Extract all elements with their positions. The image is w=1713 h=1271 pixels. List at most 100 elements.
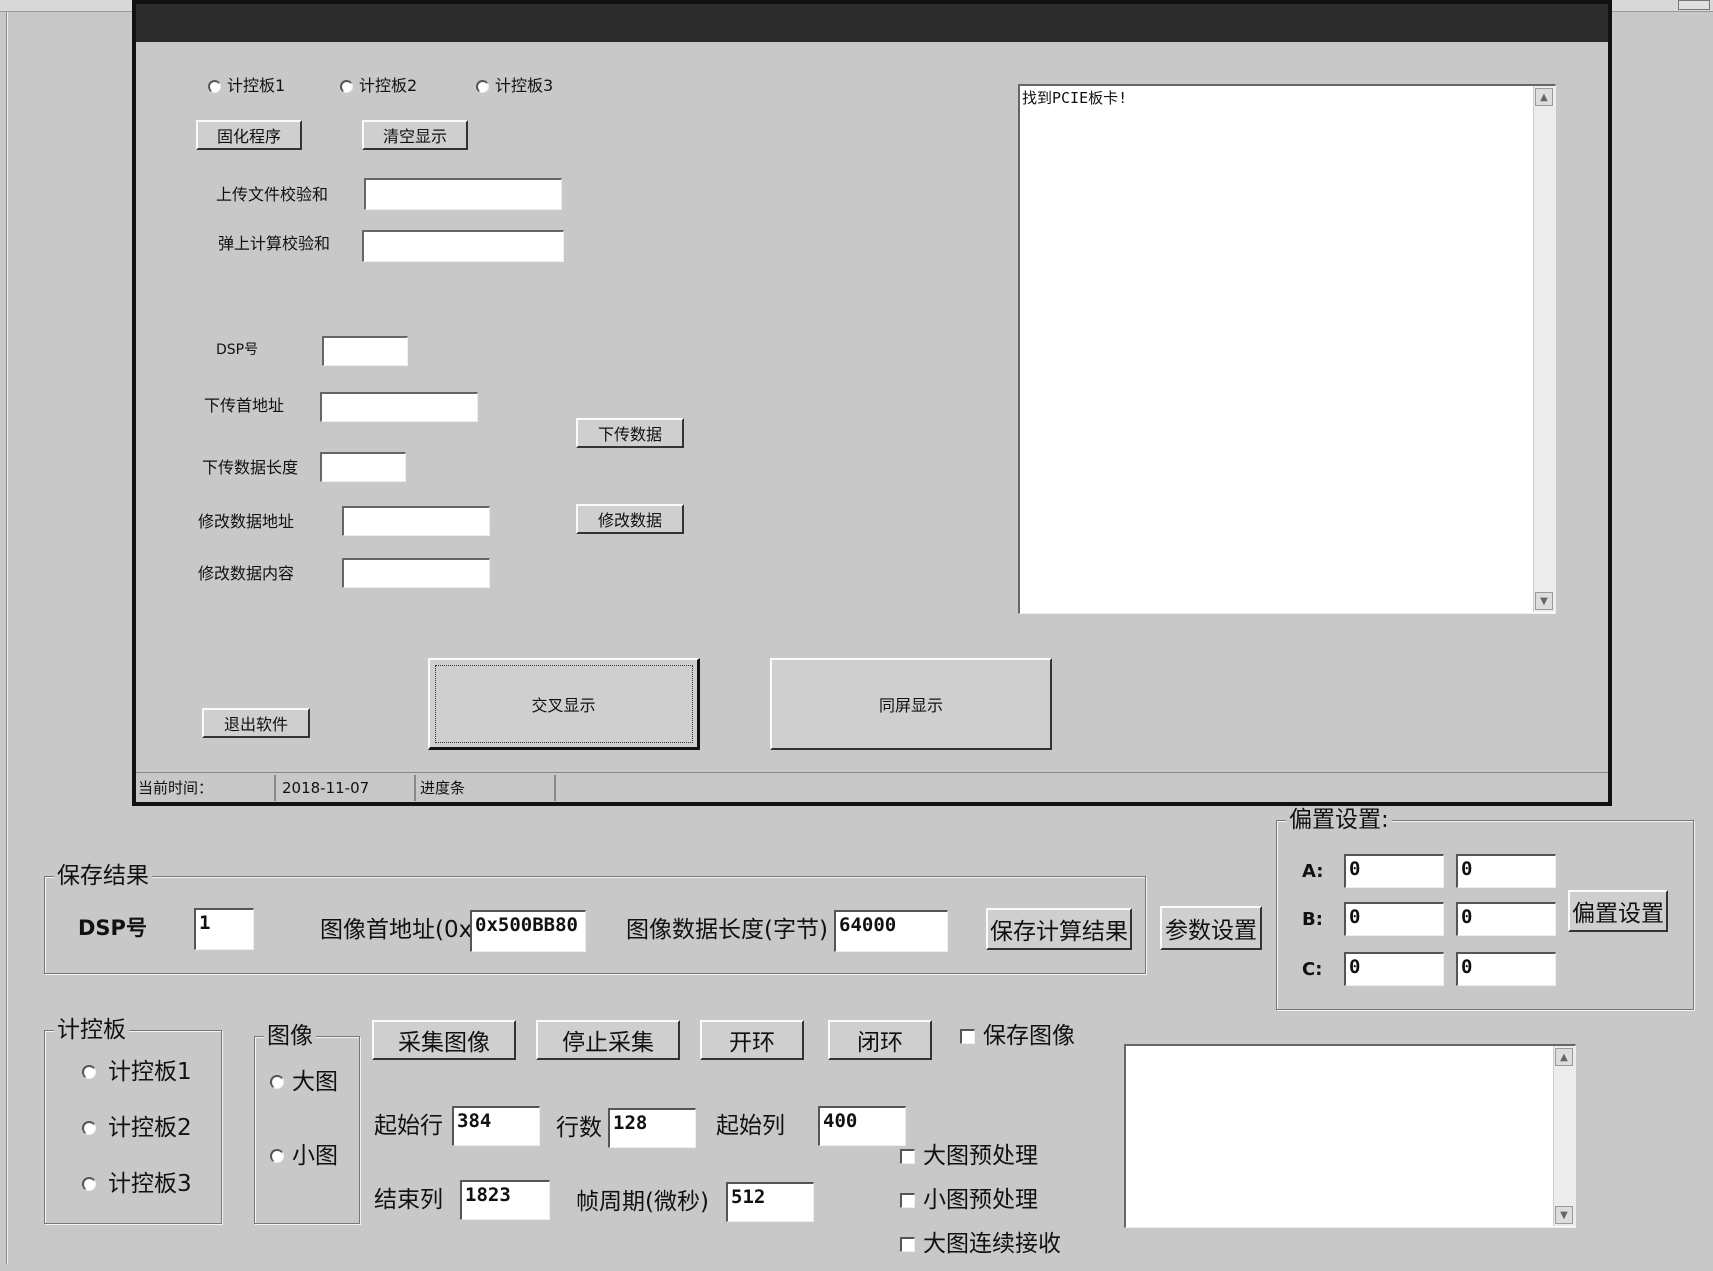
dsp-number-label: DSP号 — [216, 342, 259, 358]
radio-label: 计控板2 — [108, 1115, 192, 1141]
image-radio-small[interactable]: 小图 — [270, 1142, 338, 1170]
clear-display-button[interactable]: 清空显示 — [362, 120, 468, 150]
save-results-button[interactable]: 保存计算结果 — [986, 908, 1132, 950]
outer-close-control[interactable] — [1678, 0, 1710, 10]
bias-a-field-1[interactable]: 0 — [1344, 854, 1444, 888]
output-textbox[interactable]: ▲ ▼ — [1124, 1044, 1576, 1228]
radio-circle[interactable] — [476, 79, 489, 93]
modify-content-label: 修改数据内容 — [198, 564, 295, 583]
download-data-button[interactable]: 下传数据 — [576, 418, 684, 448]
open-loop-button[interactable]: 开环 — [700, 1020, 804, 1060]
large-preprocess-checkbox[interactable]: 大图预处理 — [900, 1142, 1038, 1170]
image-radio-large[interactable]: 大图 — [270, 1068, 338, 1096]
bias-c-field-1[interactable]: 0 — [1344, 952, 1444, 986]
image-address-label: 图像首地址(0x — [320, 917, 473, 943]
modify-address-field[interactable] — [342, 506, 490, 536]
parameter-settings-button[interactable]: 参数设置 — [1160, 906, 1262, 950]
scroll-down-icon[interactable]: ▼ — [1555, 1206, 1573, 1224]
save-dsp-label: DSP号 — [78, 916, 147, 940]
checkbox-box[interactable] — [960, 1028, 975, 1044]
start-col-field[interactable]: 400 — [818, 1106, 906, 1146]
bias-b-label: B: — [1302, 909, 1323, 930]
large-continuous-checkbox[interactable]: 大图连续接收 — [900, 1230, 1061, 1258]
radio-label: 大图 — [292, 1069, 338, 1095]
status-progress-label: 进度条 — [416, 774, 556, 801]
radio-circle[interactable] — [270, 1075, 284, 1089]
radio-circle[interactable] — [270, 1149, 284, 1163]
image-group — [254, 1036, 360, 1224]
radio-board-2[interactable]: 计控板2 — [340, 76, 417, 96]
bias-set-button[interactable]: 偏置设置 — [1568, 890, 1668, 932]
end-col-field[interactable]: 1823 — [460, 1180, 550, 1220]
rows-field[interactable]: 128 — [608, 1108, 696, 1148]
radio-circle[interactable] — [208, 79, 221, 93]
radio-label: 计控板1 — [108, 1059, 192, 1085]
capture-image-button[interactable]: 采集图像 — [372, 1020, 516, 1060]
save-dsp-field[interactable]: 1 — [194, 908, 254, 950]
radio-board-3[interactable]: 计控板3 — [476, 76, 553, 96]
start-col-label: 起始列 — [716, 1113, 785, 1139]
start-row-label: 起始行 — [374, 1113, 443, 1139]
end-col-label: 结束列 — [374, 1187, 443, 1213]
checkbox-box[interactable] — [900, 1192, 915, 1208]
dsp-number-field[interactable] — [322, 336, 408, 366]
checkbox-box[interactable] — [900, 1236, 915, 1252]
bias-c-field-2[interactable]: 0 — [1456, 952, 1556, 986]
modify-data-button[interactable]: 修改数据 — [576, 504, 684, 534]
status-progress-area — [556, 775, 1608, 801]
dialog-window: 计控板1 计控板2 计控板3 固化程序 清空显示 上传文件校验和 弹上计算校验和… — [132, 0, 1612, 806]
radio-circle[interactable] — [82, 1121, 96, 1135]
board-radio-2[interactable]: 计控板2 — [82, 1114, 192, 1142]
frame-period-field[interactable]: 512 — [726, 1182, 814, 1222]
board-radio-1[interactable]: 计控板1 — [82, 1058, 192, 1086]
firmware-button[interactable]: 固化程序 — [196, 120, 302, 150]
image-address-field[interactable]: 0x500BB80 — [470, 910, 586, 952]
radio-label: 计控板1 — [227, 76, 286, 95]
bias-group-label: 偏置设置: — [1286, 806, 1392, 834]
image-length-label: 图像数据长度(字节) — [626, 917, 828, 943]
bias-b-field-1[interactable]: 0 — [1344, 902, 1444, 936]
scroll-up-icon[interactable]: ▲ — [1535, 88, 1553, 106]
download-address-field[interactable] — [320, 392, 478, 422]
radio-circle[interactable] — [82, 1065, 96, 1079]
log-textbox[interactable]: 找到PCIE板卡! ▲ ▼ — [1018, 84, 1556, 614]
board-group-label: 计控板 — [54, 1016, 129, 1044]
start-row-field[interactable]: 384 — [452, 1106, 540, 1146]
onboard-checksum-field[interactable] — [362, 230, 564, 262]
cross-display-button[interactable]: 交叉显示 — [428, 658, 700, 750]
output-scrollbar[interactable]: ▲ ▼ — [1553, 1046, 1575, 1226]
close-loop-button[interactable]: 闭环 — [828, 1020, 932, 1060]
small-preprocess-checkbox[interactable]: 小图预处理 — [900, 1186, 1038, 1214]
checkbox-label: 大图预处理 — [923, 1143, 1038, 1169]
same-screen-display-button[interactable]: 同屏显示 — [770, 658, 1052, 750]
board-radio-3[interactable]: 计控板3 — [82, 1170, 192, 1198]
modify-address-label: 修改数据地址 — [198, 512, 295, 531]
bias-a-label: A: — [1302, 861, 1324, 882]
scroll-down-icon[interactable]: ▼ — [1535, 592, 1553, 610]
status-bar: 当前时间： 2018-11-07 进度条 — [136, 772, 1608, 802]
status-date: 2018-11-07 — [276, 774, 416, 801]
download-length-field[interactable] — [320, 452, 406, 482]
image-group-label: 图像 — [264, 1022, 316, 1050]
image-length-field[interactable]: 64000 — [834, 910, 948, 952]
save-image-checkbox[interactable]: 保存图像 — [960, 1022, 1075, 1050]
radio-board-1[interactable]: 计控板1 — [208, 76, 285, 96]
exit-software-button[interactable]: 退出软件 — [202, 708, 310, 738]
scroll-up-icon[interactable]: ▲ — [1555, 1048, 1573, 1066]
radio-circle[interactable] — [82, 1177, 96, 1191]
log-scrollbar[interactable]: ▲ ▼ — [1533, 86, 1555, 612]
bias-c-label: C: — [1302, 959, 1323, 980]
upload-checksum-field[interactable] — [364, 178, 562, 210]
bias-a-field-2[interactable]: 0 — [1456, 854, 1556, 888]
radio-label: 小图 — [292, 1143, 338, 1169]
checkbox-box[interactable] — [900, 1148, 915, 1164]
dialog-title-bar — [136, 4, 1608, 42]
radio-circle[interactable] — [340, 79, 353, 93]
checkbox-label: 小图预处理 — [923, 1187, 1038, 1213]
log-text: 找到PCIE板卡! — [1022, 89, 1128, 107]
modify-content-field[interactable] — [342, 558, 490, 588]
stop-capture-button[interactable]: 停止采集 — [536, 1020, 680, 1060]
rows-label: 行数 — [556, 1115, 602, 1141]
save-results-group-label: 保存结果 — [54, 862, 152, 890]
bias-b-field-2[interactable]: 0 — [1456, 902, 1556, 936]
